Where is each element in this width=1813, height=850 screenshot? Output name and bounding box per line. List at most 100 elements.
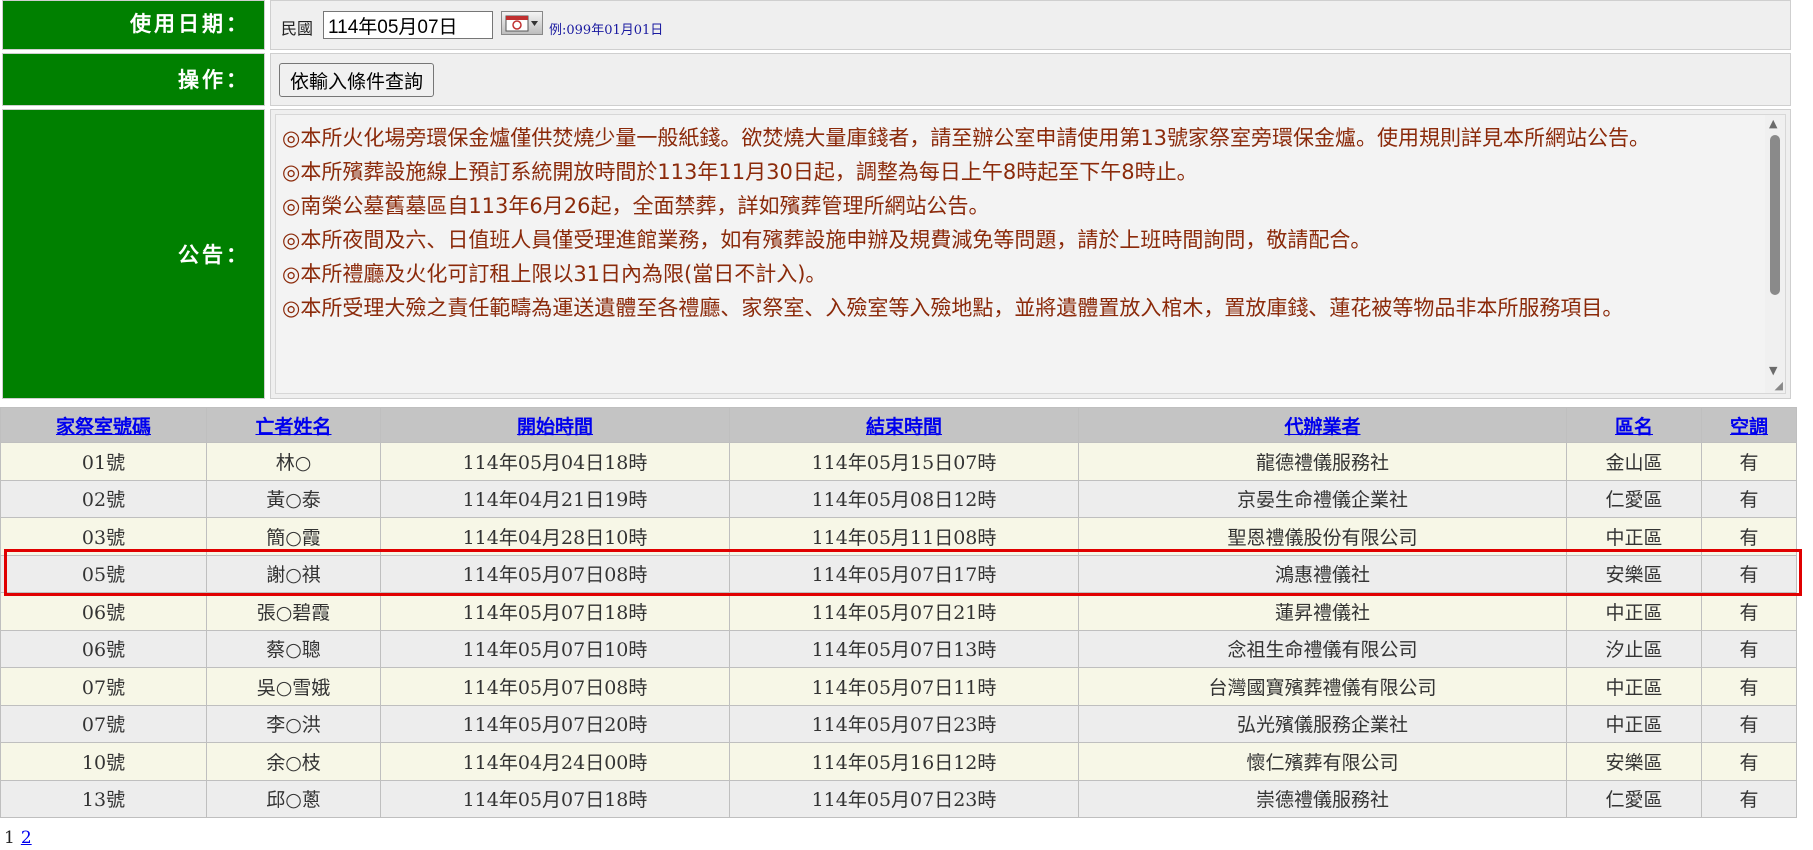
- end-cell: 114年05月07日23時: [729, 704, 1079, 743]
- calendar-button[interactable]: [501, 11, 543, 35]
- sort-link-end[interactable]: 結束時間: [866, 416, 942, 438]
- room-cell: 05號: [0, 554, 207, 593]
- date-label: 使用日期：: [2, 0, 265, 50]
- pagination: 12: [4, 828, 32, 848]
- end-cell: 114年05月08日12時: [729, 479, 1079, 518]
- ac-cell: 有: [1701, 554, 1797, 593]
- start-cell: 114年04月24日00時: [380, 742, 730, 781]
- agent-cell: 崇德禮儀服務社: [1078, 779, 1567, 818]
- date-input[interactable]: [323, 11, 493, 39]
- agent-cell: 京晏生命禮儀企業社: [1078, 479, 1567, 518]
- ac-cell: 有: [1701, 517, 1797, 556]
- room-cell: 13號: [0, 779, 207, 818]
- header-agent[interactable]: 代辦業者: [1078, 407, 1567, 443]
- sort-link-name[interactable]: 亡者姓名: [255, 416, 331, 438]
- start-cell: 114年05月07日18時: [380, 592, 730, 631]
- announcement-item: ◎本所火化場旁環保金爐僅供焚燒少量一般紙錢。欲焚燒大量庫錢者，請至辦公室申請使用…: [282, 126, 1651, 150]
- calendar-icon: [505, 15, 538, 32]
- ac-cell: 有: [1701, 742, 1797, 781]
- ac-cell: 有: [1701, 779, 1797, 818]
- page-link-2[interactable]: 2: [21, 828, 32, 848]
- agent-cell: 弘光殯儀服務企業社: [1078, 704, 1567, 743]
- era-prefix: 民國: [281, 19, 314, 38]
- announcement-row: 公告： ◎本所火化場旁環保金爐僅供焚燒少量一般紙錢。欲焚燒大量庫錢者，請至辦公室…: [0, 109, 1796, 399]
- ac-cell: 有: [1701, 629, 1797, 668]
- end-cell: 114年05月11日08時: [729, 517, 1079, 556]
- end-cell: 114年05月07日17時: [729, 554, 1079, 593]
- header-start[interactable]: 開始時間: [380, 407, 730, 443]
- table-row: 05號 謝○祺 114年05月07日08時 114年05月07日17時 鴻惠禮儀社 安樂區…: [0, 554, 1797, 593]
- announcement-textarea[interactable]: ◎本所火化場旁環保金爐僅供焚燒少量一般紙錢。欲焚燒大量庫錢者，請至辦公室申請使用…: [275, 114, 1786, 394]
- announcement-cell: ◎本所火化場旁環保金爐僅供焚燒少量一般紙錢。欲焚燒大量庫錢者，請至辦公室申請使用…: [270, 109, 1791, 399]
- header-room[interactable]: 家祭室號碼: [0, 407, 207, 443]
- scroll-up-icon[interactable]: ▲: [1769, 117, 1777, 130]
- table-row: 13號 邱○蔥 114年05月07日18時 114年05月07日23時 崇德禮儀服務社仁…: [0, 779, 1797, 818]
- date-row: 使用日期： 民國 例:099年01月01日: [0, 0, 1796, 50]
- start-cell: 114年05月07日08時: [380, 554, 730, 593]
- agent-cell: 念祖生命禮儀有限公司: [1078, 629, 1567, 668]
- end-cell: 114年05月15日07時: [729, 442, 1079, 481]
- announcement-scrollbar[interactable]: ▲ ▼: [1765, 115, 1785, 393]
- header-district[interactable]: 區名: [1566, 407, 1702, 443]
- sort-link-agent[interactable]: 代辦業者: [1284, 416, 1360, 438]
- table-row: 10號 余○枝 114年04月24日00時 114年05月16日12時 懷仁殯葬有限公司…: [0, 742, 1797, 781]
- table-row: 03號 簡○霞 114年04月28日10時 114年05月11日08時 聖恩禮儀股份有限…: [0, 517, 1797, 556]
- announcement-text: ◎本所火化場旁環保金爐僅供焚燒少量一般紙錢。欲焚燒大量庫錢者，請至辦公室申請使用…: [282, 121, 1755, 325]
- ac-cell: 有: [1701, 704, 1797, 743]
- header-ac[interactable]: 空調: [1701, 407, 1797, 443]
- table-row: 02號 黃○泰 114年04月21日19時 114年05月08日12時 京晏生命禮儀企業…: [0, 479, 1797, 518]
- end-cell: 114年05月07日13時: [729, 629, 1079, 668]
- sort-link-ac[interactable]: 空調: [1730, 416, 1768, 438]
- room-cell: 02號: [0, 479, 207, 518]
- agent-cell: 聖恩禮儀股份有限公司: [1078, 517, 1567, 556]
- district-cell: 仁愛區: [1566, 479, 1702, 518]
- header-name[interactable]: 亡者姓名: [206, 407, 381, 443]
- district-cell: 中正區: [1566, 704, 1702, 743]
- operation-cell: 依輸入條件查詢: [270, 53, 1791, 106]
- end-cell: 114年05月07日21時: [729, 592, 1079, 631]
- district-cell: 中正區: [1566, 667, 1702, 706]
- end-cell: 114年05月16日12時: [729, 742, 1079, 781]
- announcement-label: 公告：: [2, 109, 265, 399]
- start-cell: 114年05月07日08時: [380, 667, 730, 706]
- name-cell: 吳○雪娥: [206, 667, 381, 706]
- announcement-item: ◎本所禮廳及火化可訂租上限以31日內為限(當日不計入)。: [282, 262, 827, 286]
- name-cell: 黃○泰: [206, 479, 381, 518]
- table-row: 07號 李○洪 114年05月07日20時 114年05月07日23時 弘光殯儀服務企業…: [0, 704, 1797, 743]
- district-cell: 金山區: [1566, 442, 1702, 481]
- scroll-thumb[interactable]: [1770, 135, 1780, 295]
- query-button[interactable]: 依輸入條件查詢: [279, 63, 435, 97]
- agent-cell: 鴻惠禮儀社: [1078, 554, 1567, 593]
- sort-link-district[interactable]: 區名: [1615, 416, 1653, 438]
- date-hint: 例:099年01月01日: [549, 23, 664, 38]
- district-cell: 仁愛區: [1566, 779, 1702, 818]
- name-cell: 蔡○聰: [206, 629, 381, 668]
- table-row: 01號 林○ 114年05月04日18時 114年05月15日07時 龍德禮儀服務社 金山…: [0, 442, 1797, 481]
- name-cell: 邱○蔥: [206, 779, 381, 818]
- end-cell: 114年05月07日23時: [729, 779, 1079, 818]
- header-end[interactable]: 結束時間: [729, 407, 1079, 443]
- name-cell: 張○碧霞: [206, 592, 381, 631]
- resize-grip-icon[interactable]: ◢: [1775, 379, 1783, 392]
- start-cell: 114年05月07日20時: [380, 704, 730, 743]
- booking-table: 家祭室號碼 亡者姓名 開始時間 結束時間 代辦業者 區名 空調 01號 林○ 114…: [0, 407, 1797, 818]
- district-cell: 汐止區: [1566, 629, 1702, 668]
- room-cell: 03號: [0, 517, 207, 556]
- ac-cell: 有: [1701, 592, 1797, 631]
- agent-cell: 台灣國寶殯葬禮儀有限公司: [1078, 667, 1567, 706]
- announcement-item: ◎本所受理大殮之責任範疇為運送遺體至各禮廳、家祭室、入殮室等入殮地點，並將遺體置…: [282, 296, 1624, 320]
- agent-cell: 龍德禮儀服務社: [1078, 442, 1567, 481]
- name-cell: 余○枝: [206, 742, 381, 781]
- sort-link-start[interactable]: 開始時間: [517, 416, 593, 438]
- page-current: 1: [4, 828, 15, 848]
- table-header-row: 家祭室號碼 亡者姓名 開始時間 結束時間 代辦業者 區名 空調: [0, 407, 1797, 443]
- start-cell: 114年05月07日10時: [380, 629, 730, 668]
- scroll-down-icon[interactable]: ▼: [1769, 364, 1777, 377]
- district-cell: 安樂區: [1566, 742, 1702, 781]
- table-row: 06號 張○碧霞 114年05月07日18時 114年05月07日21時 蓮昇禮儀社 中正…: [0, 592, 1797, 631]
- district-cell: 安樂區: [1566, 554, 1702, 593]
- room-cell: 07號: [0, 704, 207, 743]
- sort-link-room[interactable]: 家祭室號碼: [56, 416, 151, 438]
- announcement-item: ◎本所夜間及六、日值班人員僅受理進館業務，如有殯葬設施申辦及規費減免等問題，請於…: [282, 228, 1372, 252]
- table-row: 06號 蔡○聰 114年05月07日10時 114年05月07日13時 念祖生命禮儀有限…: [0, 629, 1797, 668]
